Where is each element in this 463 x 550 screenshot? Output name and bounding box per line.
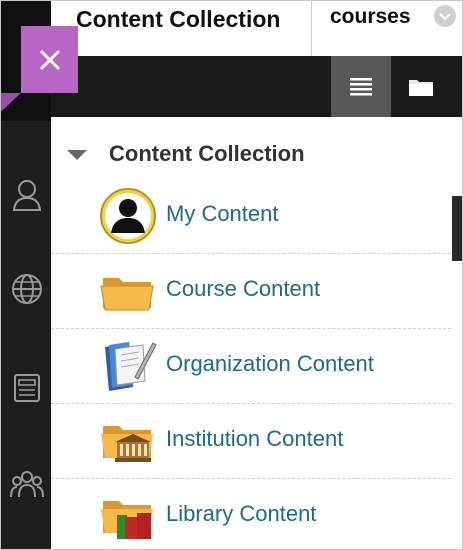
- item-label[interactable]: Institution Content: [166, 426, 343, 452]
- list-item-institution-content[interactable]: Institution Content: [51, 404, 451, 479]
- globe-icon[interactable]: [9, 271, 45, 307]
- chevron-down-icon[interactable]: [434, 5, 456, 27]
- content-panel: Content Collection My Content Course Con…: [51, 117, 451, 549]
- view-toolbar: [51, 56, 462, 117]
- folder-icon: [99, 262, 157, 320]
- list-item-organization-content[interactable]: Organization Content: [51, 329, 451, 404]
- item-label[interactable]: Course Content: [166, 276, 320, 302]
- library-folder-icon: [99, 487, 157, 545]
- calendar-icon[interactable]: [9, 369, 45, 405]
- folder-icon: [409, 79, 433, 96]
- tab-bar: Content Collection courses: [51, 1, 462, 57]
- section-title: Content Collection: [109, 141, 305, 166]
- scrollbar[interactable]: [452, 196, 462, 261]
- collapse-triangle-icon[interactable]: [67, 150, 87, 160]
- book-pencil-icon: [99, 337, 157, 395]
- folder-view-button[interactable]: [391, 56, 451, 117]
- close-button[interactable]: [21, 26, 78, 93]
- list-item-course-content[interactable]: Course Content: [51, 254, 451, 329]
- tab-courses[interactable]: courses: [313, 1, 462, 56]
- profile-icon[interactable]: [9, 177, 45, 213]
- institution-folder-icon: [99, 412, 157, 470]
- close-icon: [21, 26, 78, 93]
- item-label[interactable]: Organization Content: [166, 351, 374, 377]
- tab-content-collection[interactable]: Content Collection: [51, 1, 312, 56]
- list-item-library-content[interactable]: Library Content: [51, 479, 451, 549]
- list-item-my-content[interactable]: My Content: [51, 179, 451, 254]
- list-icon: [350, 77, 372, 95]
- section-header[interactable]: Content Collection: [51, 131, 451, 179]
- item-label[interactable]: My Content: [166, 201, 279, 227]
- item-label[interactable]: Library Content: [166, 501, 316, 527]
- user-avatar-icon: [99, 187, 157, 245]
- content-collection-window: Content Collection courses Content Colle…: [0, 0, 463, 550]
- groups-icon[interactable]: [9, 465, 45, 501]
- list-view-button[interactable]: [331, 56, 391, 117]
